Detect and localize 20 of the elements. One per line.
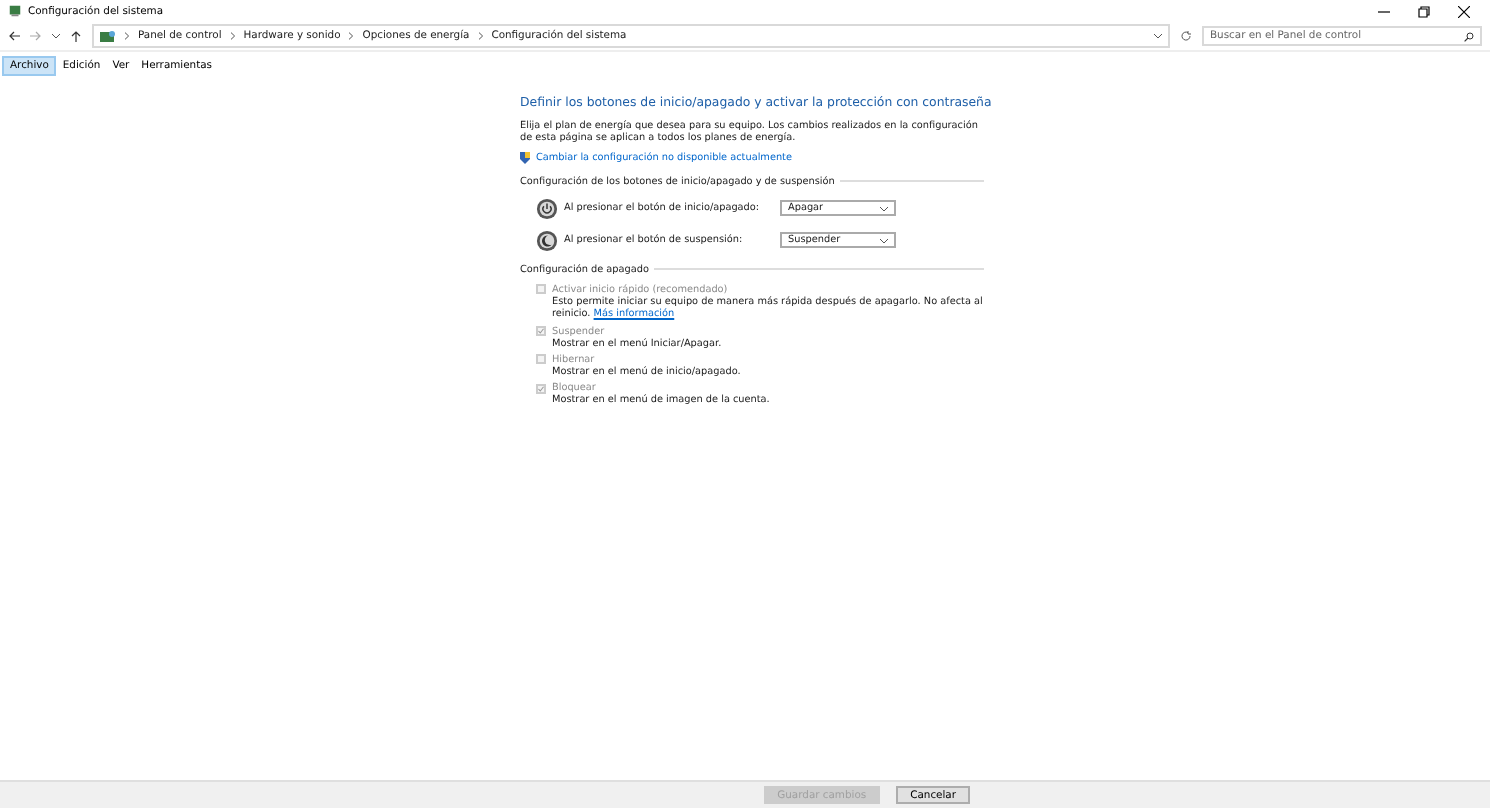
- app-icon: [8, 4, 22, 18]
- dropdown-caret-icon[interactable]: [52, 32, 60, 40]
- chevron-icon: [477, 32, 484, 40]
- chevron-icon: [124, 32, 130, 40]
- restore-icon[interactable]: [1418, 5, 1430, 17]
- chevron-icon: [348, 32, 355, 40]
- caret-icon: [880, 205, 888, 212]
- search-icon: [1464, 31, 1474, 41]
- dropdown-caret-icon[interactable]: [1154, 32, 1162, 40]
- close-icon[interactable]: [1458, 5, 1470, 17]
- up-arrow-icon[interactable]: [70, 30, 82, 42]
- shield-icon: [520, 151, 530, 164]
- refresh-icon[interactable]: [1180, 30, 1192, 42]
- moon-icon: [536, 229, 558, 252]
- power-button-icon: [536, 197, 558, 220]
- caret-icon: [880, 237, 888, 244]
- back-arrow-icon[interactable]: [8, 30, 20, 42]
- minimize-icon[interactable]: [1378, 5, 1390, 17]
- chevron-icon: [229, 32, 236, 40]
- control-panel-icon: [100, 29, 116, 43]
